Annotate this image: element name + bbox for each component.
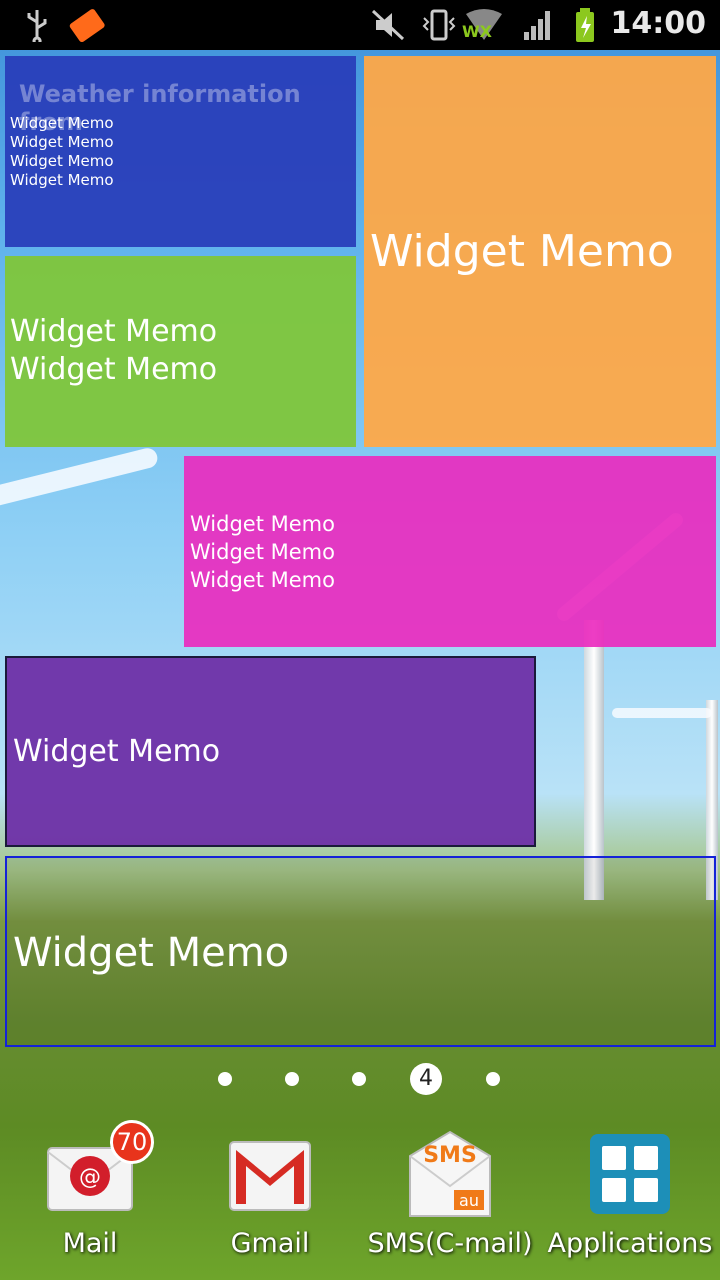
memo-line: Widget Memo (10, 314, 218, 349)
memo-line: Widget Memo (13, 734, 221, 769)
memo-line: Widget Memo (190, 568, 335, 592)
memo-line: Widget Memo (10, 171, 114, 189)
dock-item-sms[interactable]: SMS au SMS(C-mail) (360, 1120, 540, 1280)
clock: 14:00 (610, 6, 707, 41)
wifi-icon: WX (462, 8, 512, 42)
memo-line: Widget Memo (10, 152, 114, 170)
widget-memo-purple[interactable]: Widget Memo (5, 656, 536, 847)
sms-icon-text: SMS (423, 1143, 477, 1168)
sms-icon-subtext: au (459, 1191, 479, 1210)
memo-line: Widget Memo (370, 226, 674, 277)
mute-icon (371, 9, 405, 41)
memo-line: Widget Memo (190, 540, 335, 564)
gmail-icon (229, 1141, 311, 1211)
dock-item-gmail[interactable]: Gmail (180, 1120, 360, 1280)
memo-line: Widget Memo (10, 133, 114, 151)
widget-memo-green[interactable]: Widget Memo Widget Memo (5, 256, 356, 447)
widget-memo-pink[interactable]: Widget Memo Widget Memo Widget Memo (184, 456, 716, 647)
unread-badge: 70 (110, 1120, 154, 1164)
page-dot-5[interactable] (486, 1072, 500, 1086)
memo-line: Widget Memo (10, 114, 114, 132)
widget-memo-blue[interactable]: Weather information from Widget Memo Wid… (5, 56, 356, 247)
dock-label: Applications (547, 1228, 713, 1259)
sms-icon: SMS au (409, 1130, 491, 1217)
applications-grid-icon (590, 1134, 670, 1214)
dock-label: SMS(C-mail) (367, 1228, 533, 1259)
notification-tag-icon (69, 9, 105, 42)
dock-item-applications[interactable]: Applications (540, 1120, 720, 1280)
usb-icon (27, 10, 47, 42)
battery-charging-icon (576, 8, 594, 42)
memo-line: Widget Memo (13, 930, 290, 976)
page-dot-current[interactable]: 4 (410, 1063, 442, 1095)
dock-label: Mail (62, 1228, 118, 1259)
page-dot-3[interactable] (352, 1072, 366, 1086)
page-dot-1[interactable] (218, 1072, 232, 1086)
vibrate-icon (422, 9, 456, 41)
svg-text:@: @ (79, 1165, 101, 1190)
wifi-label: WX (462, 22, 492, 41)
memo-line: Widget Memo (190, 512, 335, 536)
memo-text: Widget Memo Widget Memo Widget Memo Widg… (10, 114, 114, 190)
widget-memo-orange[interactable]: Widget Memo (364, 56, 716, 447)
page-dot-2[interactable] (285, 1072, 299, 1086)
memo-line: Widget Memo (10, 352, 218, 387)
dock-label: Gmail (230, 1228, 310, 1259)
status-bar: WX 14:00 (0, 0, 720, 50)
dock-item-mail[interactable]: @ 70 Mail (0, 1120, 180, 1280)
widget-memo-transparent[interactable]: Widget Memo (5, 856, 716, 1047)
memo-text: Widget Memo Widget Memo (10, 313, 217, 389)
memo-text: Widget Memo Widget Memo Widget Memo (190, 510, 335, 594)
signal-icon (524, 11, 550, 40)
